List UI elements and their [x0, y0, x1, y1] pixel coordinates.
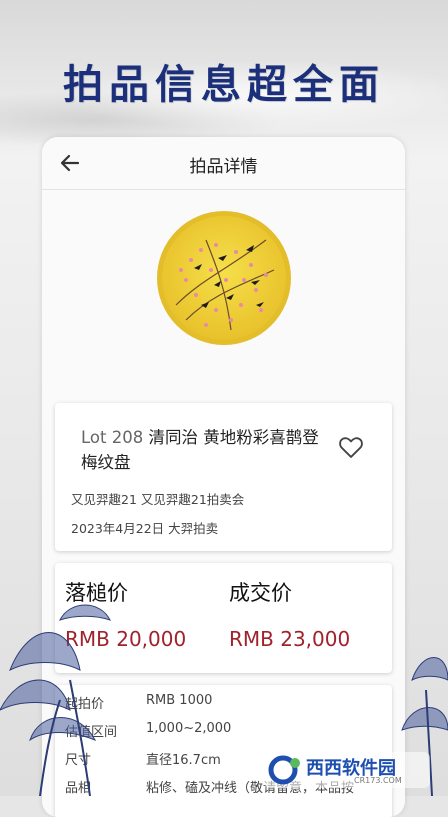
lot-info-card: Lot 208 清同治 黄地粉彩喜鹊登梅纹盘 又见羿趣21 又见羿趣21拍卖会 … [55, 403, 392, 551]
heart-outline-icon[interactable] [337, 433, 365, 461]
lot-number: Lot 208 [81, 428, 144, 447]
detail-value: RMB 1000 [146, 693, 213, 708]
hammer-price-label: 落槌价 [65, 581, 128, 605]
watermark-url: CR173.COM [354, 776, 402, 785]
site-watermark: 西西软件园 CR173.COM [264, 752, 430, 788]
auction-name[interactable]: 又见羿趣21 又见羿趣21拍卖会 [71, 489, 244, 508]
detail-value: 直径16.7cm [146, 753, 221, 768]
detail-label: 尺寸 [65, 753, 92, 768]
brand-logo-icon [268, 755, 300, 785]
price-card: 落槌价 RMB 20,000 成交价 RMB 23,000 [55, 563, 392, 673]
image-carousel[interactable] [42, 190, 405, 434]
promo-headline: 拍品信息超全面 [63, 61, 385, 108]
detail-value: 1,000~2,000 [146, 721, 232, 736]
hammer-price-value: RMB 20,000 [65, 627, 187, 651]
page-title: 拍品详情 [189, 157, 258, 177]
phone-screen: 拍品详情 Lot 208 清同治 黄地粉彩喜鹊登梅纹盘 又见羿趣21 又见羿趣2… [42, 137, 405, 817]
app-bar: 拍品详情 [42, 137, 405, 190]
lot-title: Lot 208 清同治 黄地粉彩喜鹊登梅纹盘 [81, 425, 333, 475]
detail-label: 估值区间 [65, 725, 118, 740]
detail-label: 起拍价 [65, 697, 105, 712]
auction-date: 2023年4月22日 大羿拍卖 [71, 521, 219, 536]
deal-price-value: RMB 23,000 [229, 627, 351, 651]
deal-price-label: 成交价 [229, 581, 292, 605]
lot-image[interactable] [156, 210, 292, 346]
detail-label: 品相 [65, 781, 92, 796]
lot-details-card: 起拍价 RMB 1000 估值区间 1,000~2,000 尺寸 直径16.7c… [55, 685, 392, 817]
